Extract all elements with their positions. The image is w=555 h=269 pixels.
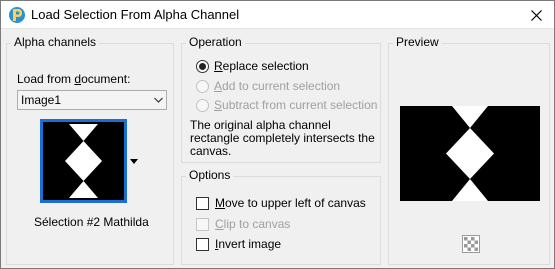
invert-image-checkbox[interactable]: Invert image (196, 237, 281, 251)
paintshop-pro-logo-icon (8, 6, 26, 24)
add-to-selection-label: Add to current selection (214, 79, 341, 93)
radio-indicator (196, 79, 209, 93)
thumbnail-dropdown-button[interactable] (127, 119, 141, 203)
document-select-value: Image1 (21, 93, 62, 107)
title-bar: Load Selection From Alpha Channel (1, 1, 554, 29)
chevron-down-icon (154, 97, 163, 103)
radio-indicator (196, 98, 209, 112)
preview-mask-image (400, 106, 540, 201)
thumbnail-mask-image (45, 124, 122, 198)
alpha-channel-thumbnail[interactable] (40, 119, 127, 203)
checkerboard-icon (464, 237, 478, 251)
clip-to-canvas-label: Clip to canvas (215, 217, 291, 231)
move-to-upper-left-label: Move to upper left of canvas (215, 196, 366, 210)
close-icon (530, 9, 542, 21)
dialog-window: Load Selection From Alpha Channel Alpha … (0, 0, 555, 269)
triangle-down-icon (130, 158, 138, 164)
load-from-label-after: ocument: (81, 72, 131, 86)
preview-image (400, 106, 540, 201)
options-label: Options (186, 168, 234, 182)
alpha-channels-label: Alpha channels (11, 35, 100, 49)
move-to-upper-left-checkbox[interactable]: Move to upper left of canvas (196, 196, 366, 210)
load-from-label-before: Load from (17, 72, 75, 86)
clip-to-canvas-checkbox[interactable]: Clip to canvas (196, 217, 290, 231)
replace-selection-label: Replace selection (214, 59, 309, 73)
subtract-from-selection-label: Subtract from current selection (214, 98, 378, 112)
checkbox-box (196, 237, 209, 251)
subtract-from-selection-radio[interactable]: Subtract from current selection (196, 98, 377, 112)
radio-indicator (196, 59, 209, 73)
channel-name: Sélection #2 Mathilda (34, 215, 149, 229)
window-title: Load Selection From Alpha Channel (31, 7, 240, 22)
preview-label: Preview (393, 35, 442, 49)
document-select[interactable]: Image1 (17, 90, 167, 110)
invert-image-label: Invert image (215, 237, 282, 251)
checkbox-box (196, 217, 209, 231)
transparency-toggle-button[interactable] (462, 235, 480, 253)
close-button[interactable] (518, 1, 554, 29)
replace-selection-radio[interactable]: Replace selection (196, 59, 309, 73)
add-to-selection-radio[interactable]: Add to current selection (196, 79, 340, 93)
load-from-document-label: Load from document: (17, 72, 130, 86)
checkbox-box (196, 196, 209, 210)
operation-label: Operation (186, 35, 245, 49)
intersection-note: The original alpha channel rectangle com… (190, 118, 375, 158)
